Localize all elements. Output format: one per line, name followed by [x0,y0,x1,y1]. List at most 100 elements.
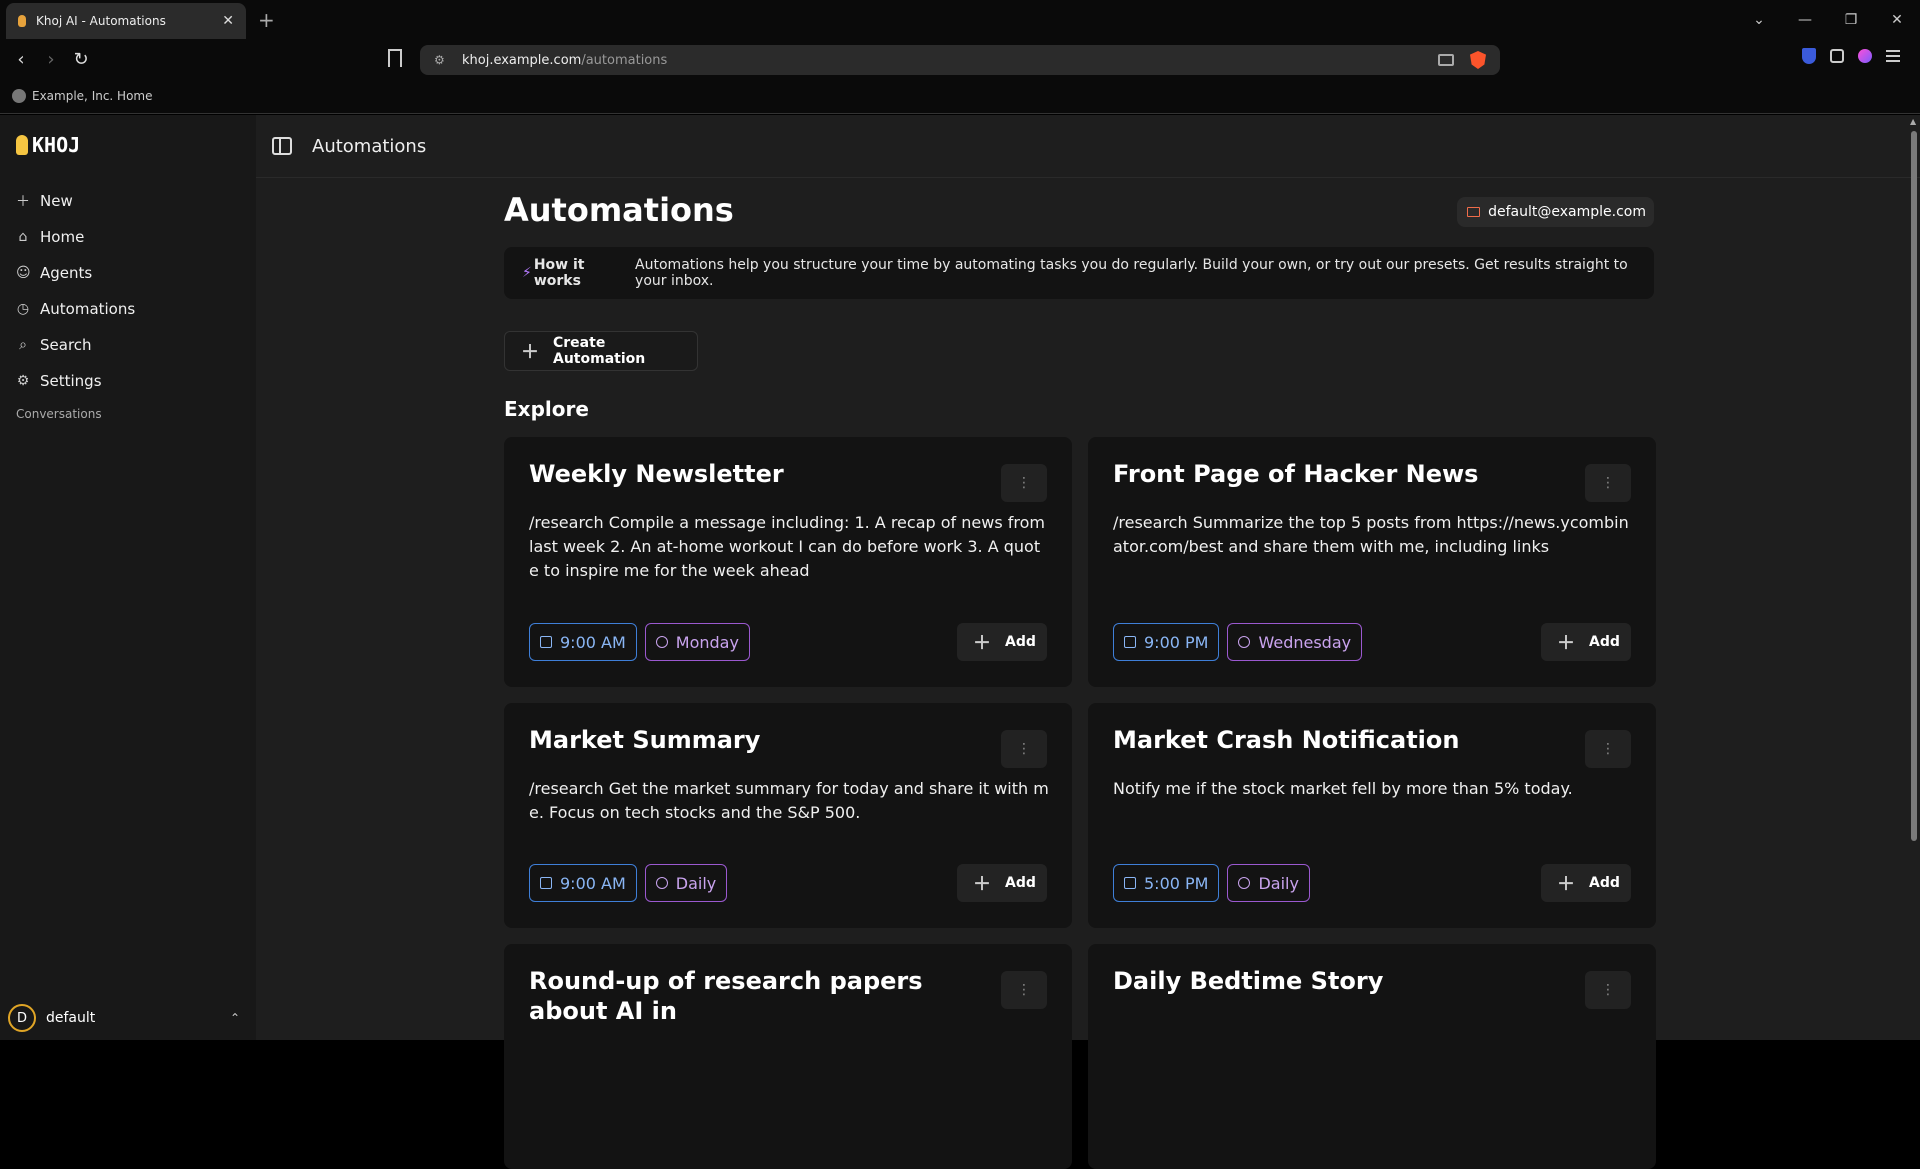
app: KHOJ ＋ New ⌂ Home ☺ Agents ◷ Automations… [0,115,1920,1169]
time-text: 9:00 AM [560,632,626,652]
sidebar-item-settings[interactable]: ⚙ Settings [16,363,135,399]
day-text: Daily [675,873,717,893]
close-window-icon[interactable]: ✕ [1874,12,1920,28]
create-automation-button[interactable]: ＋ Create Automation [504,331,698,371]
calendar-icon [540,877,552,889]
schedule-chip: Daily [1227,864,1310,902]
automation-grid: Weekly Newsletter ⋮ /research Compile a … [504,437,1656,1169]
browser-tab[interactable]: Khoj AI - Automations ✕ [6,3,246,39]
site-info-icon[interactable]: ⚙ [434,53,448,67]
sidebar-item-agents[interactable]: ☺ Agents [16,255,135,291]
time-chip: 9:00 AM [529,623,637,661]
back-icon[interactable]: ‹ [6,49,36,70]
sidebar-menu: ＋ New ⌂ Home ☺ Agents ◷ Automations ⌕ Se… [16,183,135,399]
clock-icon [655,636,668,648]
bookmark-icon[interactable] [388,49,402,67]
plus-icon: ＋ [521,342,539,363]
more-options-icon[interactable]: ⋮ [1001,730,1047,768]
more-options-icon[interactable]: ⋮ [1585,730,1631,768]
main-area: Automations Automations default@example.… [256,115,1920,1169]
toggle-sidebar-icon[interactable] [272,137,292,155]
browser-toolbar: ‹ › ↻ ⚙ khoj.example.com/automations [0,40,1920,78]
user-menu[interactable]: D default ⌃ [8,1000,248,1036]
sidebar-item-new[interactable]: ＋ New [16,183,135,219]
sidebar-item-label: New [40,192,73,210]
automation-card: Round-up of research papers about AI in … [504,944,1072,1169]
profile-icon[interactable] [1858,49,1872,63]
new-tab-icon[interactable]: + [258,8,275,32]
plus-icon: ＋ [973,633,991,654]
card-title: Round-up of research papers about AI in [529,967,923,1025]
add-button[interactable]: ＋ Add [957,623,1047,661]
plus-icon: ＋ [1557,874,1575,895]
sidebar-item-label: Search [40,336,92,354]
address-bar[interactable]: ⚙ khoj.example.com/automations [420,45,1500,75]
schedule-chip: Monday [644,623,750,661]
conversations-label: Conversations [16,407,102,421]
forward-icon[interactable]: › [36,49,66,70]
browser-tab-bar: Khoj AI - Automations ✕ + ⌄ — ❐ ✕ [0,0,1920,40]
brave-shields-icon[interactable] [1470,51,1486,69]
time-chip: 9:00 AM [529,864,637,902]
explore-heading: Explore [504,397,589,421]
url-path: /automations [581,52,668,68]
sidebar-item-home[interactable]: ⌂ Home [16,219,135,255]
card-title: Daily Bedtime Story [1113,967,1384,995]
sidebar-item-automations[interactable]: ◷ Automations [16,291,135,327]
add-label: Add [1589,634,1620,650]
bookmark-item[interactable]: Example, Inc. Home [32,89,153,103]
minimize-icon[interactable]: — [1782,12,1828,28]
add-button[interactable]: ＋ Add [957,864,1047,902]
cast-icon[interactable] [1438,54,1454,66]
close-tab-icon[interactable]: ✕ [222,13,234,29]
sidebar-item-search[interactable]: ⌕ Search [16,327,135,363]
extensions-area [1802,48,1900,64]
user-name: default [46,1010,96,1026]
calendar-icon [1124,636,1136,648]
menu-icon[interactable] [1886,50,1900,62]
automation-card: Front Page of Hacker News ⋮ /research Su… [1088,437,1656,687]
restore-icon[interactable]: ❐ [1828,12,1874,28]
automation-card: Market Crash Notification ⋮ Notify me if… [1088,703,1656,928]
chevron-up-icon: ⌃ [229,1011,240,1025]
card-footer: 9:00 PM Wednesday ＋ Add [1113,623,1631,661]
extensions-icon[interactable] [1830,49,1844,63]
bookmarks-bar: Example, Inc. Home [0,78,1920,114]
tab-title: Khoj AI - Automations [36,14,166,28]
day-text: Wednesday [1258,632,1352,652]
tab-search-icon[interactable]: ⌄ [1736,12,1782,28]
card-description: /research Compile a message including: 1… [529,513,1045,580]
reload-icon[interactable]: ↻ [66,49,96,70]
window-controls: ⌄ — ❐ ✕ [1736,0,1920,40]
globe-icon [12,88,26,103]
more-options-icon[interactable]: ⋮ [1001,971,1047,1009]
scrollbar[interactable]: ▲ [1910,117,1918,1029]
day-text: Daily [1258,873,1299,893]
time-text: 9:00 AM [560,873,626,893]
sidebar-item-label: Agents [40,264,93,282]
gear-icon: ⚙ [16,373,30,389]
add-button[interactable]: ＋ Add [1541,864,1631,902]
more-options-icon[interactable]: ⋮ [1001,464,1047,502]
scrollbar-thumb[interactable] [1911,131,1917,841]
schedule-chip: Daily [644,864,728,902]
more-options-icon[interactable]: ⋮ [1585,971,1631,1009]
card-footer: 5:00 PM Daily ＋ Add [1113,864,1631,902]
agents-icon: ☺ [16,265,31,281]
time-text: 5:00 PM [1144,873,1209,893]
time-chip: 9:00 PM [1113,623,1220,661]
automation-card: Daily Bedtime Story ⋮ [1088,944,1656,1169]
add-label: Add [1005,875,1036,891]
scroll-up-icon[interactable]: ▲ [1910,117,1916,126]
clock-icon [1238,636,1251,648]
lightning-icon: ⚡ [522,265,532,281]
sidebar-item-label: Home [40,228,85,246]
bitwarden-icon[interactable] [1802,48,1816,64]
add-button[interactable]: ＋ Add [1541,623,1631,661]
plus-icon: ＋ [1557,633,1575,654]
khoj-logo[interactable]: KHOJ [16,133,80,157]
card-title: Market Summary [529,726,761,754]
card-title: Weekly Newsletter [529,460,784,488]
more-options-icon[interactable]: ⋮ [1585,464,1631,502]
url-host: khoj.example.com [462,52,582,68]
